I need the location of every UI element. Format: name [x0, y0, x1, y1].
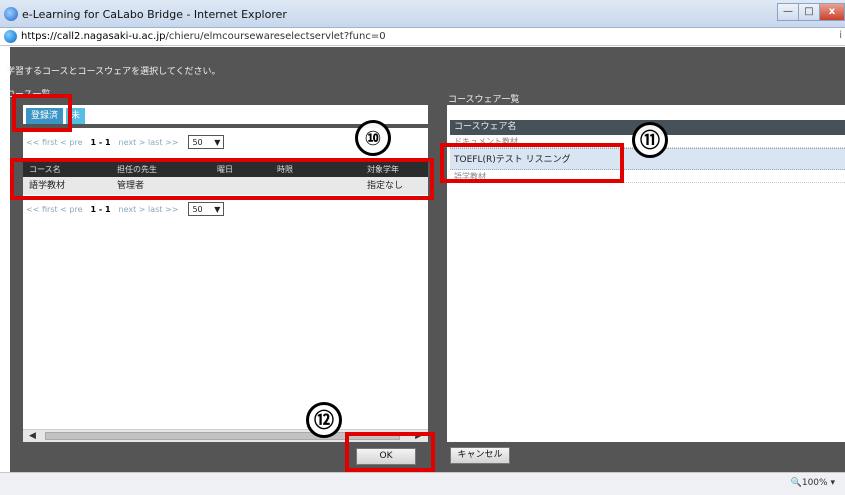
- zoom-control[interactable]: 🔍100% ▾: [791, 478, 835, 488]
- instruction-text: 学習するコースとコースウェアを選択してください。: [6, 67, 221, 77]
- page-size-select[interactable]: 50 ▼: [188, 202, 225, 216]
- page-size-value: 50: [192, 204, 203, 214]
- pager-next-link[interactable]: next >: [119, 138, 146, 147]
- pager-prev-link[interactable]: < pre: [60, 138, 82, 147]
- pager-prev-link[interactable]: < pre: [60, 205, 82, 214]
- annotation-number-10: ⑩: [355, 120, 391, 156]
- maximize-button[interactable]: □: [798, 3, 820, 21]
- url-text[interactable]: https://call2.nagasaki-u.ac.jp/chieru/el…: [21, 31, 386, 42]
- pager-current: 1 - 1: [90, 204, 111, 214]
- scroll-left-icon[interactable]: ◀: [29, 431, 36, 441]
- chevron-down-icon: ▼: [214, 137, 221, 147]
- url-host: https://call2.nagasaki-u.ac.jp: [21, 31, 166, 42]
- course-panel: 登録済 未 << first < pre 1 - 1 next > last >…: [23, 105, 428, 442]
- window-controls: — □ x: [777, 3, 845, 21]
- pager-top: << first < pre 1 - 1 next > last >> 50 ▼: [26, 135, 225, 149]
- status-bar: 🔍100% ▾: [0, 472, 845, 495]
- window-title: e-Learning for CaLabo Bridge - Internet …: [22, 8, 287, 21]
- browser-window: e-Learning for CaLabo Bridge - Internet …: [0, 0, 845, 495]
- pager-first-link[interactable]: << first: [26, 138, 58, 147]
- pager-last-link[interactable]: last >>: [148, 205, 178, 214]
- address-info-icon: ⅰ: [839, 30, 842, 41]
- page-size-select[interactable]: 50 ▼: [188, 135, 225, 149]
- minimize-button[interactable]: —: [777, 3, 799, 21]
- pager-bottom: << first < pre 1 - 1 next > last >> 50 ▼: [26, 202, 225, 216]
- url-path: /chieru/elmcoursewareselectservlet?func=…: [165, 31, 386, 42]
- highlight-box-ok: [345, 432, 435, 472]
- pager-last-link[interactable]: last >>: [148, 138, 178, 147]
- zoom-icon: 🔍: [790, 478, 802, 488]
- pager-current: 1 - 1: [90, 137, 111, 147]
- highlight-box-course-row: [10, 158, 434, 200]
- address-bar[interactable]: https://call2.nagasaki-u.ac.jp/chieru/el…: [0, 28, 845, 46]
- cancel-button[interactable]: キャンセル: [450, 447, 510, 464]
- chevron-down-icon: ▼: [214, 204, 221, 214]
- highlight-box-courseware: [440, 143, 624, 183]
- zoom-level: 100%: [801, 478, 828, 488]
- close-button[interactable]: x: [819, 3, 845, 21]
- dialog-content: 学習するコースとコースウェアを選択してください。 コース一覧 コースウェア一覧 …: [6, 47, 845, 472]
- ie-logo-icon: [4, 7, 18, 21]
- pager-first-link[interactable]: << first: [26, 205, 58, 214]
- title-bar: e-Learning for CaLabo Bridge - Internet …: [0, 0, 845, 28]
- annotation-number-11: ⑪: [632, 122, 668, 158]
- pager-next-link[interactable]: next >: [119, 205, 146, 214]
- page-size-value: 50: [192, 137, 203, 147]
- chevron-down-icon: ▾: [830, 478, 835, 488]
- annotation-number-12: ⑫: [306, 402, 342, 438]
- page-icon: [4, 30, 17, 43]
- highlight-box-tab: [12, 94, 72, 132]
- courseware-list-label: コースウェア一覧: [448, 95, 520, 105]
